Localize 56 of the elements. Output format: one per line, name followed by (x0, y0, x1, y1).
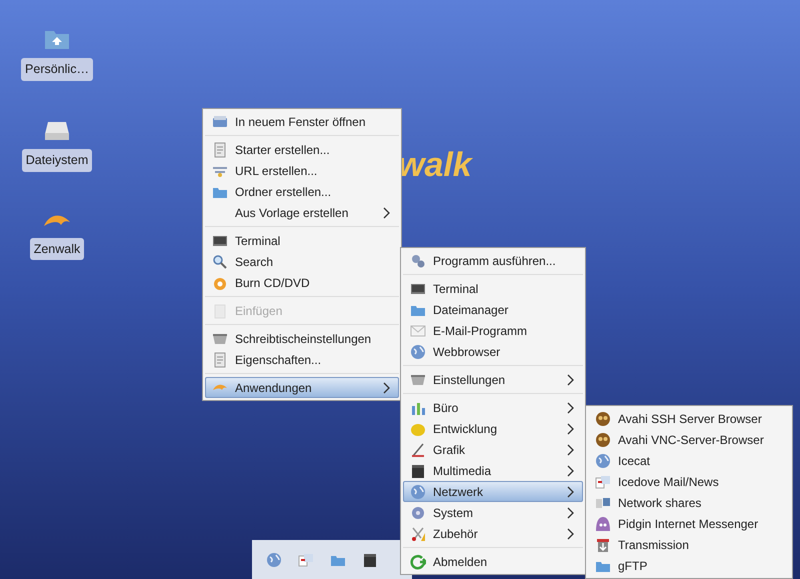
globe-icon (266, 552, 282, 568)
menu-item[interactable]: Icecat (588, 450, 790, 471)
menu-item[interactable]: Zubehör (403, 523, 583, 544)
menu-item[interactable]: Avahi SSH Server Browser (588, 408, 790, 429)
menu-item[interactable]: Abmelden (403, 551, 583, 572)
icon-label[interactable]: Zenwalk (30, 238, 84, 260)
gear-icon (410, 504, 426, 520)
menu-item[interactable]: Multimedia (403, 460, 583, 481)
scissors-icon (410, 526, 426, 542)
menu-item[interactable]: Entwicklung (403, 418, 583, 439)
download-icon (595, 536, 611, 552)
document-icon (212, 142, 228, 158)
menu-item[interactable]: Burn CD/DVD (205, 272, 399, 293)
globe-icon (410, 344, 426, 360)
menu-item[interactable]: Webbrowser (403, 341, 583, 362)
gears-icon (410, 252, 426, 268)
properties-icon (212, 352, 228, 368)
menu-item[interactable]: Aus Vorlage erstellen (205, 202, 399, 223)
menu-item[interactable]: Network shares (588, 492, 790, 513)
menu-item[interactable]: Dateimanager (403, 299, 583, 320)
globe-icon (410, 484, 426, 500)
search-icon (212, 254, 228, 270)
menu-item[interactable]: Icedove Mail/News (588, 471, 790, 492)
home-folder-icon (44, 28, 70, 50)
clapperboard-icon (362, 552, 378, 568)
menu-item[interactable]: Ordner erstellen... (205, 181, 399, 202)
icon-label[interactable]: Persönlic… (21, 58, 93, 81)
menu-item[interactable]: Büro (403, 397, 583, 418)
owl-icon (595, 432, 611, 448)
window-icon (212, 114, 228, 130)
menu-item[interactable]: Grafik (403, 439, 583, 460)
menu-item[interactable]: gFTP (588, 555, 790, 576)
menu-item[interactable]: Terminal (205, 230, 399, 251)
menu-item[interactable]: Anwendungen (205, 377, 399, 398)
menu-item[interactable]: Schreibtischeinstellungen (205, 328, 399, 349)
menu-item[interactable]: Einstellungen (403, 369, 583, 390)
menu-item[interactable]: System (403, 502, 583, 523)
menu-item[interactable]: Starter erstellen... (205, 139, 399, 160)
menu-item[interactable]: Terminal (403, 278, 583, 299)
menu-item[interactable]: E-Mail-Programm (403, 320, 583, 341)
menu-item[interactable]: Pidgin Internet Messenger (588, 513, 790, 534)
menu-item[interactable]: Programm ausführen... (403, 250, 583, 271)
menu-item[interactable]: Avahi VNC-Server-Browser (588, 429, 790, 450)
icon-label[interactable]: Dateiystem (22, 148, 92, 172)
menu-item[interactable]: URL erstellen... (205, 160, 399, 181)
menu-item[interactable]: Search (205, 251, 399, 272)
menu-item[interactable]: In neuem Fenster öffnen (205, 111, 399, 132)
owl-icon (595, 410, 611, 426)
globe-icon (595, 452, 611, 468)
menu-item[interactable]: Netzwerk (403, 481, 583, 502)
clapperboard-icon (410, 462, 426, 478)
envelope-icon (410, 322, 426, 338)
logo-text: walk (398, 148, 472, 182)
menu-item[interactable]: Transmission (588, 534, 790, 555)
menu-item[interactable]: Eigenschaften... (205, 349, 399, 370)
logout-icon (410, 554, 426, 570)
